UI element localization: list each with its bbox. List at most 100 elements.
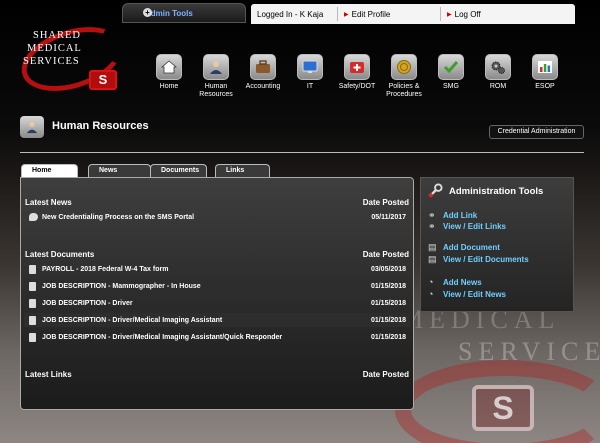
document-row[interactable]: PAYROLL - 2018 Federal W-4 Tax form 03/0… (24, 262, 410, 276)
logged-in-status: Logged In - K Kaja (251, 4, 337, 24)
add-link-button[interactable]: Add Link (443, 211, 477, 220)
news-row[interactable]: New Credentialing Process on the SMS Por… (24, 210, 410, 224)
nav-human-resources[interactable]: Human Resources (192, 54, 240, 99)
nav-it-label: IT (306, 83, 314, 90)
document-add-icon: ▤ (428, 242, 437, 252)
news-edit-icon: ◔ (428, 289, 434, 299)
document-date: 03/05/2018 (370, 265, 406, 273)
edit-profile-link[interactable]: ▶ Edit Profile (338, 4, 440, 24)
news-title: New Credentialing Process on the SMS Por… (42, 213, 195, 221)
nav-smg-label: SMG (443, 83, 459, 90)
document-date: 01/15/2018 (370, 316, 406, 324)
administration-tools-panel: Administration Tools ⚭ Add Link ⚭ View /… (420, 177, 574, 312)
nav-hr-label: Human Resources (199, 83, 233, 98)
nav-home[interactable]: Home (145, 54, 193, 91)
nav-esop-label: ESOP (535, 83, 555, 90)
document-date: 01/15/2018 (370, 333, 406, 341)
nav-rom[interactable]: ROM (474, 54, 522, 91)
view-edit-links-button[interactable]: View / Edit Links (443, 222, 506, 231)
home-icon (156, 54, 182, 80)
log-off-label: Log Off (454, 9, 481, 19)
date-posted-heading: Date Posted (362, 198, 409, 207)
news-add-icon: ◔ (428, 277, 434, 287)
admin-tools-tab[interactable]: Admin Tools (122, 3, 246, 23)
document-date: 01/15/2018 (370, 282, 406, 290)
company-logo[interactable]: SHARED MEDICAL SERVICES S (13, 15, 131, 103)
nav-it[interactable]: IT (286, 54, 334, 91)
checkmark-icon (438, 54, 464, 80)
view-edit-documents-button[interactable]: View / Edit Documents (443, 255, 529, 264)
latest-links-heading: Latest Links (25, 370, 72, 379)
nav-safety-label: Safety/DOT (338, 83, 376, 90)
document-row-left: JOB DESCRIPTION - Driver/Medical Imaging… (29, 315, 223, 325)
document-row-left: JOB DESCRIPTION - Driver (29, 298, 133, 308)
seal-icon (391, 54, 417, 80)
user-bar: Logged In - K Kaja ▶ Edit Profile ▶ Log … (251, 4, 575, 24)
link-add-icon: ⚭ (428, 210, 436, 220)
arrow-right-icon: ▶ (344, 11, 349, 18)
tab-documents[interactable]: Documents (150, 164, 207, 177)
hr-icon (20, 116, 44, 138)
nav-accounting[interactable]: Accounting (239, 54, 287, 91)
document-row[interactable]: JOB DESCRIPTION - Driver 01/15/2018 (24, 296, 410, 310)
link-edit-icon: ⚭ (428, 221, 436, 231)
plus-icon[interactable]: + (143, 8, 152, 17)
nav-esop[interactable]: ESOP (521, 54, 569, 91)
document-icon (29, 281, 36, 291)
document-title: JOB DESCRIPTION - Driver/Medical Imaging… (42, 316, 223, 324)
add-news-button[interactable]: Add News (443, 278, 482, 287)
wrench-icon (428, 183, 443, 198)
news-date: 05/11/2017 (371, 213, 406, 221)
logo-text-medical: MEDICAL (27, 43, 82, 54)
credential-administration-button[interactable]: Credential Administration (489, 125, 584, 139)
document-title: JOB DESCRIPTION - Driver/Medical Imaging… (42, 333, 283, 341)
tab-news[interactable]: News (88, 164, 151, 177)
tab-links[interactable]: Links (215, 164, 270, 177)
document-title: PAYROLL - 2018 Federal W-4 Tax form (42, 265, 169, 273)
news-row-left: New Credentialing Process on the SMS Por… (29, 213, 194, 221)
tab-home[interactable]: Home (21, 164, 78, 177)
document-row[interactable]: JOB DESCRIPTION - Driver/Medical Imaging… (24, 313, 410, 327)
links-section-header: Latest Links Date Posted (25, 370, 409, 379)
document-icon (29, 332, 36, 342)
nav-rom-label: ROM (489, 83, 507, 90)
view-edit-news-button[interactable]: View / Edit News (443, 290, 506, 299)
latest-documents-heading: Latest Documents (25, 250, 95, 259)
add-document-button[interactable]: Add Document (443, 243, 500, 252)
nav-safety-dot[interactable]: Safety/DOT (333, 54, 381, 91)
date-posted-heading: Date Posted (362, 370, 409, 379)
log-off-link[interactable]: ▶ Log Off (441, 4, 541, 24)
news-section-header: Latest News Date Posted (25, 198, 409, 207)
document-row[interactable]: JOB DESCRIPTION - Mammographer - In Hous… (24, 279, 410, 293)
logo-mark: S (89, 70, 117, 90)
admin-tools-label: Admin Tools (145, 8, 193, 18)
watermark-logo-mark: S (472, 385, 534, 431)
document-edit-icon: ▤ (428, 254, 437, 264)
top-bar: Admin Tools + Logged In - K Kaja ▶ Edit … (0, 0, 600, 27)
document-icon (29, 298, 36, 308)
logo-text-shared: SHARED (33, 30, 82, 41)
administration-tools-title: Administration Tools (449, 186, 544, 197)
nav-policies-procedures[interactable]: Policies & Procedures (380, 54, 428, 99)
document-date: 01/15/2018 (370, 299, 406, 307)
document-title: JOB DESCRIPTION - Driver (42, 299, 133, 307)
briefcase-icon (250, 54, 276, 80)
home-panel: Latest News Date Posted New Credentialin… (20, 177, 414, 410)
nav-accounting-label: Accounting (245, 83, 281, 90)
nav-home-label: Home (159, 83, 179, 90)
first-aid-icon (344, 54, 370, 80)
speech-bubble-icon (29, 213, 38, 221)
document-row[interactable]: JOB DESCRIPTION - Driver/Medical Imaging… (24, 330, 410, 344)
arrow-right-icon: ▶ (447, 11, 452, 18)
document-row-left: PAYROLL - 2018 Federal W-4 Tax form (29, 264, 169, 274)
document-icon (29, 264, 36, 274)
documents-section-header: Latest Documents Date Posted (25, 250, 409, 259)
chart-icon (532, 54, 558, 80)
document-row-left: JOB DESCRIPTION - Driver/Medical Imaging… (29, 332, 283, 342)
page-title: Human Resources (52, 120, 149, 132)
document-row-left: JOB DESCRIPTION - Mammographer - In Hous… (29, 281, 201, 291)
edit-profile-label: Edit Profile (351, 9, 391, 19)
nav-smg[interactable]: SMG (427, 54, 475, 91)
date-posted-heading: Date Posted (362, 250, 409, 259)
document-icon (29, 315, 36, 325)
